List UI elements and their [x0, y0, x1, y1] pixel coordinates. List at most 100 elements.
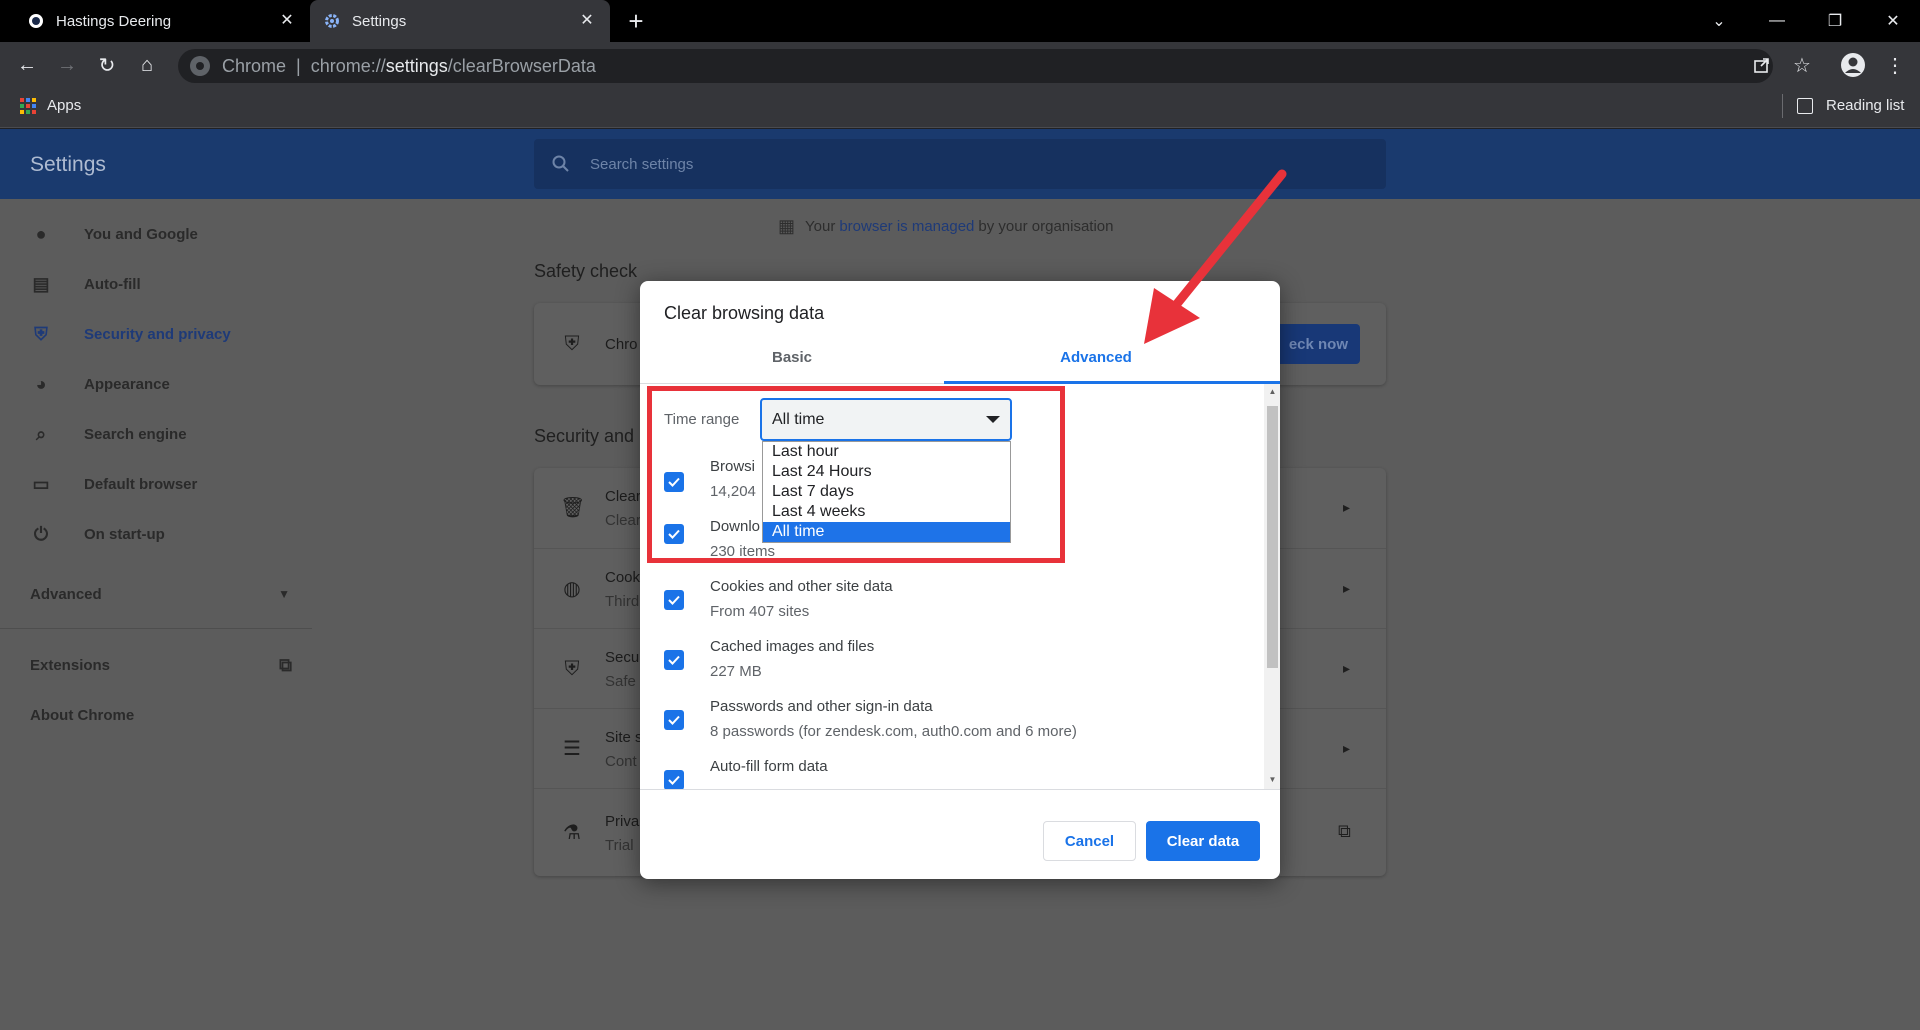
cancel-button[interactable]: Cancel [1043, 821, 1136, 861]
reading-list-icon[interactable] [1797, 98, 1813, 114]
search-placeholder: Search settings [590, 155, 694, 173]
clear-browsing-data-dialog: Clear browsing data Basic Advanced Brows… [640, 281, 1280, 879]
tab-search-chevron-icon[interactable]: ⌄ [1690, 0, 1748, 42]
sidebar-item-label: Extensions [30, 656, 111, 674]
new-tab-icon[interactable]: + [622, 8, 650, 36]
scroll-down-icon[interactable]: ▼ [1267, 775, 1278, 784]
clear-data-button[interactable]: Clear data [1146, 821, 1260, 861]
annotation-arrow-icon [1144, 169, 1287, 344]
sidebar-advanced-toggle[interactable]: Advanced ▼ [30, 579, 290, 609]
dropdown-caret-icon: ▼ [278, 587, 290, 601]
row-title: Priva [605, 813, 640, 830]
sidebar-item-security-and-privacy[interactable]: ⛨ Security and privacy [30, 319, 231, 349]
home-icon[interactable]: ⌂ [132, 50, 162, 80]
apps-bookmark[interactable]: Apps [47, 97, 81, 114]
sidebar-item-on-startup[interactable]: ⏻ On start-up [30, 519, 165, 549]
omnibox-path: /clearBrowserData [447, 55, 596, 76]
share-icon[interactable] [1747, 50, 1777, 80]
managed-prefix: Your [805, 218, 836, 235]
clipboard-icon: ▤ [32, 273, 50, 294]
omnibox-scheme: chrome:// [310, 55, 386, 76]
sidebar-item-label: Security and privacy [84, 325, 231, 343]
row-title: Secu [605, 649, 640, 666]
sidebar-item-you-and-google[interactable]: ● You and Google [30, 219, 198, 249]
row-subtitle: Third [605, 593, 640, 610]
settings-gear-icon [324, 13, 340, 29]
person-icon: ● [35, 223, 47, 244]
managed-suffix: by your organisation [978, 218, 1114, 235]
sidebar-item-label: Auto-fill [84, 275, 141, 293]
external-link-icon: ⧉ [279, 654, 292, 675]
row-title: Cook [605, 569, 641, 586]
safety-check-title: Safety check [534, 261, 638, 281]
checkbox-cookies[interactable] [664, 590, 684, 610]
safety-check-text: Chro [605, 336, 638, 353]
checkbox-cached-images[interactable] [664, 650, 684, 670]
sidebar-item-default-browser[interactable]: ▭ Default browser [30, 469, 197, 499]
tab-title: Settings [352, 12, 407, 30]
item-title: Cookies and other site data [710, 578, 893, 595]
row-title: Clear [605, 488, 641, 505]
security-shield-icon: ⛨ [564, 658, 580, 680]
omnibox-host: settings [385, 55, 448, 76]
managed-link[interactable]: browser is managed [839, 218, 974, 235]
item-title: Passwords and other sign-in data [710, 698, 933, 715]
power-icon: ⏻ [33, 523, 49, 544]
bookmark-star-icon[interactable]: ☆ [1787, 50, 1817, 80]
building-icon: ▦ [778, 216, 796, 236]
close-tab-icon[interactable]: ✕ [278, 12, 296, 30]
reading-list-button[interactable]: Reading list [1826, 97, 1904, 114]
checkbox-autofill[interactable] [664, 770, 684, 789]
item-subtitle: From 407 sites [710, 603, 810, 620]
chevron-right-icon: ▸ [1343, 740, 1351, 756]
item-title: Auto-fill form data [710, 758, 828, 775]
sidebar-item-label: On start-up [84, 525, 165, 543]
omnibox-separator: | [296, 55, 301, 76]
chevron-right-icon: ▸ [1343, 499, 1351, 515]
site-favicon-icon [28, 13, 44, 29]
managed-notice: ▦ Your browser is managed by your organi… [778, 216, 1114, 237]
sidebar-item-label: About Chrome [30, 706, 135, 724]
row-subtitle: Cont [605, 753, 637, 770]
tab-advanced[interactable]: Advanced [944, 349, 1248, 366]
sidebar-item-label: Default browser [84, 475, 198, 493]
menu-kebab-icon[interactable]: ⋮ [1880, 50, 1910, 80]
chevron-right-icon: ▸ [1343, 580, 1351, 596]
tab-basic[interactable]: Basic [640, 349, 944, 366]
sidebar-item-extensions[interactable]: Extensions ⧉ [30, 650, 292, 680]
sidebar-item-appearance[interactable]: ◕ Appearance [30, 369, 170, 399]
sidebar-divider [0, 628, 312, 629]
checkbox-passwords[interactable] [664, 710, 684, 730]
search-icon [552, 155, 570, 173]
sidebar-item-about-chrome[interactable]: About Chrome [30, 700, 134, 730]
profile-avatar-icon[interactable] [1838, 50, 1868, 80]
sidebar-item-label: Advanced [30, 585, 102, 603]
scroll-up-icon[interactable]: ▲ [1267, 387, 1278, 396]
apps-grid-icon[interactable] [20, 98, 36, 114]
row-subtitle: Clear [605, 512, 641, 529]
tab-title: Hastings Deering [56, 12, 172, 30]
tab-settings[interactable]: Settings ✕ [310, 0, 610, 42]
dialog-title: Clear browsing data [664, 303, 825, 323]
minimize-icon[interactable]: — [1748, 0, 1806, 42]
forward-arrow-icon[interactable]: → [52, 50, 82, 80]
tab-hastings-deering[interactable]: Hastings Deering ✕ [14, 0, 310, 42]
bookmarks-bar [0, 88, 1920, 128]
back-arrow-icon[interactable]: ← [12, 50, 42, 80]
trash-icon: 🗑 [560, 497, 586, 519]
sidebar-item-autofill[interactable]: ▤ Auto-fill [30, 269, 141, 299]
row-title: Site s [605, 729, 643, 746]
page-title: Settings [30, 153, 106, 176]
sidebar-item-label: Appearance [84, 375, 170, 393]
close-window-icon[interactable]: ✕ [1864, 0, 1920, 42]
restore-icon[interactable]: ❐ [1806, 0, 1864, 42]
sidebar-item-search-engine[interactable]: ⌕ Search engine [30, 419, 187, 449]
close-tab-icon[interactable]: ✕ [578, 12, 596, 30]
reload-icon[interactable]: ↻ [92, 50, 122, 80]
sidebar-item-label: Search engine [84, 425, 187, 443]
sliders-icon: ☰ [563, 738, 581, 760]
chrome-site-icon[interactable] [190, 56, 210, 76]
sidebar-item-label: You and Google [84, 225, 198, 243]
address-bar[interactable]: Chrome | chrome://settings/clearBrowserD… [178, 49, 1773, 83]
scrollbar-thumb[interactable] [1267, 406, 1278, 668]
